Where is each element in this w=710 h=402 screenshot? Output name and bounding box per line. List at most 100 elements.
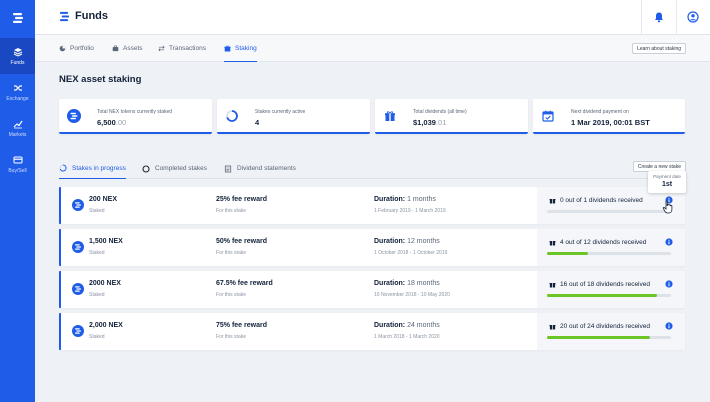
subtab-label: Completed stakes (155, 165, 208, 172)
dividends-received: 0 out of 1 dividends received (549, 197, 643, 204)
subtab-stakes-in-progress[interactable]: Stakes in progress (59, 158, 126, 179)
stakes-subtabs: Stakes in progress Completed stakes Divi… (59, 158, 685, 179)
pie-chart-icon (59, 45, 66, 52)
stat-card-active-stakes: Stakes currently active 4 (217, 99, 370, 134)
calendar-check-icon (542, 110, 554, 122)
briefcase-icon (112, 45, 119, 52)
sidebar-item-label: Exchange (6, 95, 29, 102)
stat-label: Next dividend payment on (571, 109, 629, 115)
shuffle-icon (13, 84, 22, 91)
hand-pointer-cursor-icon (662, 200, 673, 214)
stake-amount: 200 NEX (89, 196, 118, 203)
stake-duration: Duration: 1 months (374, 196, 436, 203)
duration-value: 24 months (407, 322, 440, 329)
chart-line-icon (13, 120, 22, 128)
sidebar-item-markets[interactable]: Markets (0, 110, 35, 146)
tooltip-label: Payment date (653, 174, 681, 179)
tab-label: Assets (123, 45, 143, 52)
tab-transactions[interactable]: Transactions (158, 35, 206, 62)
tab-portfolio[interactable]: Portfolio (59, 35, 94, 62)
stat-value-decimal: .01 (435, 118, 447, 127)
stake-dates: 1 February 2019 - 1 March 2019 (374, 208, 446, 214)
stake-reward-sub: For this stake (216, 292, 247, 298)
info-icon[interactable] (665, 238, 673, 246)
gift-icon (549, 199, 556, 204)
sidebar-item-buy-sell[interactable]: Buy/Sell (0, 146, 35, 182)
stat-value: 6,500.00 (97, 118, 126, 127)
duration-value: 1 months (407, 196, 436, 203)
stake-reward-sub: For this stake (216, 208, 247, 214)
stake-reward: 75% fee reward (216, 322, 267, 329)
stat-card-total-dividends: Total dividends (all time) $1,039.01 (375, 99, 528, 134)
stake-status: Staked (89, 208, 105, 214)
stat-value-main: 4 (255, 118, 260, 127)
duration-value: 12 months (407, 238, 440, 245)
stat-value: 1 Mar 2019, 00:01 BST (571, 118, 650, 127)
subtab-label: Stakes in progress (72, 164, 126, 172)
info-icon[interactable] (665, 280, 673, 288)
stake-row[interactable]: 200 NEX Staked 25% fee reward For this s… (59, 187, 685, 224)
tab-label: Portfolio (70, 45, 94, 52)
tab-staking[interactable]: Staking (224, 35, 257, 62)
stake-reward-sub: For this stake (216, 250, 247, 256)
gift-icon (549, 241, 556, 246)
credit-card-icon (13, 156, 22, 163)
stake-amount: 2000 NEX (89, 280, 121, 287)
brand-logo-icon (12, 12, 23, 23)
stat-value-decimal: .00 (115, 118, 127, 127)
duration-label: Duration: (374, 238, 406, 245)
sidebar-item-label: Markets (8, 131, 27, 138)
stake-row[interactable]: 1,500 NEX Staked 50% fee reward For this… (59, 229, 685, 266)
top-bar: Funds (35, 0, 710, 35)
sidebar-item-label: Funds (10, 59, 25, 66)
stake-duration: Duration: 12 months (374, 238, 440, 245)
dividend-progress-fill (547, 336, 650, 339)
bell-icon[interactable] (653, 11, 665, 23)
dividend-progress-fill (547, 294, 658, 297)
stat-label: Total dividends (all time) (413, 109, 467, 115)
dividends-received: 16 out of 18 dividends received (549, 281, 650, 288)
stat-card-next-dividend: Next dividend payment on 1 Mar 2019, 00:… (533, 99, 685, 134)
subtab-completed-stakes[interactable]: Completed stakes (142, 158, 207, 179)
stake-reward: 25% fee reward (216, 196, 267, 203)
duration-label: Duration: (374, 322, 406, 329)
stake-reward: 67.5% fee reward (216, 280, 273, 287)
stat-value-main: 6,500 (97, 118, 116, 127)
subtab-dividend-statements[interactable]: Dividend statements (224, 158, 296, 179)
funds-logo-icon (59, 11, 70, 22)
sidebar-item-exchange[interactable]: Exchange (0, 74, 35, 110)
tab-assets[interactable]: Assets (112, 35, 143, 62)
dividend-progress-bar (547, 210, 671, 213)
stake-row[interactable]: 2000 NEX Staked 67.5% fee reward For thi… (59, 271, 685, 308)
duration-label: Duration: (374, 196, 406, 203)
stake-duration: Duration: 18 months (374, 280, 440, 287)
progress-ring-icon (226, 110, 238, 122)
nex-token-icon (72, 325, 84, 337)
stat-label: Total NEX tokens currently staked (97, 109, 173, 115)
info-icon[interactable] (665, 322, 673, 330)
tab-label: Staking (235, 44, 257, 52)
learn-about-staking-button[interactable]: Learn about staking (632, 43, 686, 54)
stake-row[interactable]: 2,000 NEX Staked 75% fee reward For this… (59, 313, 685, 350)
duration-label: Duration: (374, 280, 406, 287)
dividend-panel: 16 out of 18 dividends received (537, 271, 685, 308)
payment-date-tooltip: Payment date 1st (648, 171, 686, 193)
gift-icon (549, 325, 556, 330)
document-icon (224, 165, 232, 172)
transfer-arrows-icon (158, 45, 165, 52)
stake-dates: 1 March 2018 - 1 March 2020 (374, 334, 440, 340)
dividend-progress-bar (547, 294, 671, 297)
user-account-icon[interactable] (687, 11, 699, 23)
dividends-text: 20 out of 24 dividends received (560, 323, 650, 330)
dividend-progress-bar (547, 252, 671, 255)
sidebar-item-funds[interactable]: Funds (0, 38, 35, 74)
page-title: NEX asset staking (59, 74, 142, 85)
gift-icon (385, 111, 395, 121)
nex-token-icon (72, 241, 84, 253)
divider (641, 0, 642, 35)
tooltip-value: 1st (661, 181, 673, 188)
nex-token-icon (72, 283, 84, 295)
dividend-panel: 4 out of 12 dividends received (537, 229, 685, 266)
stake-dates: 1 October 2018 - 1 October 2019 (374, 250, 448, 256)
duration-value: 18 months (407, 280, 440, 287)
